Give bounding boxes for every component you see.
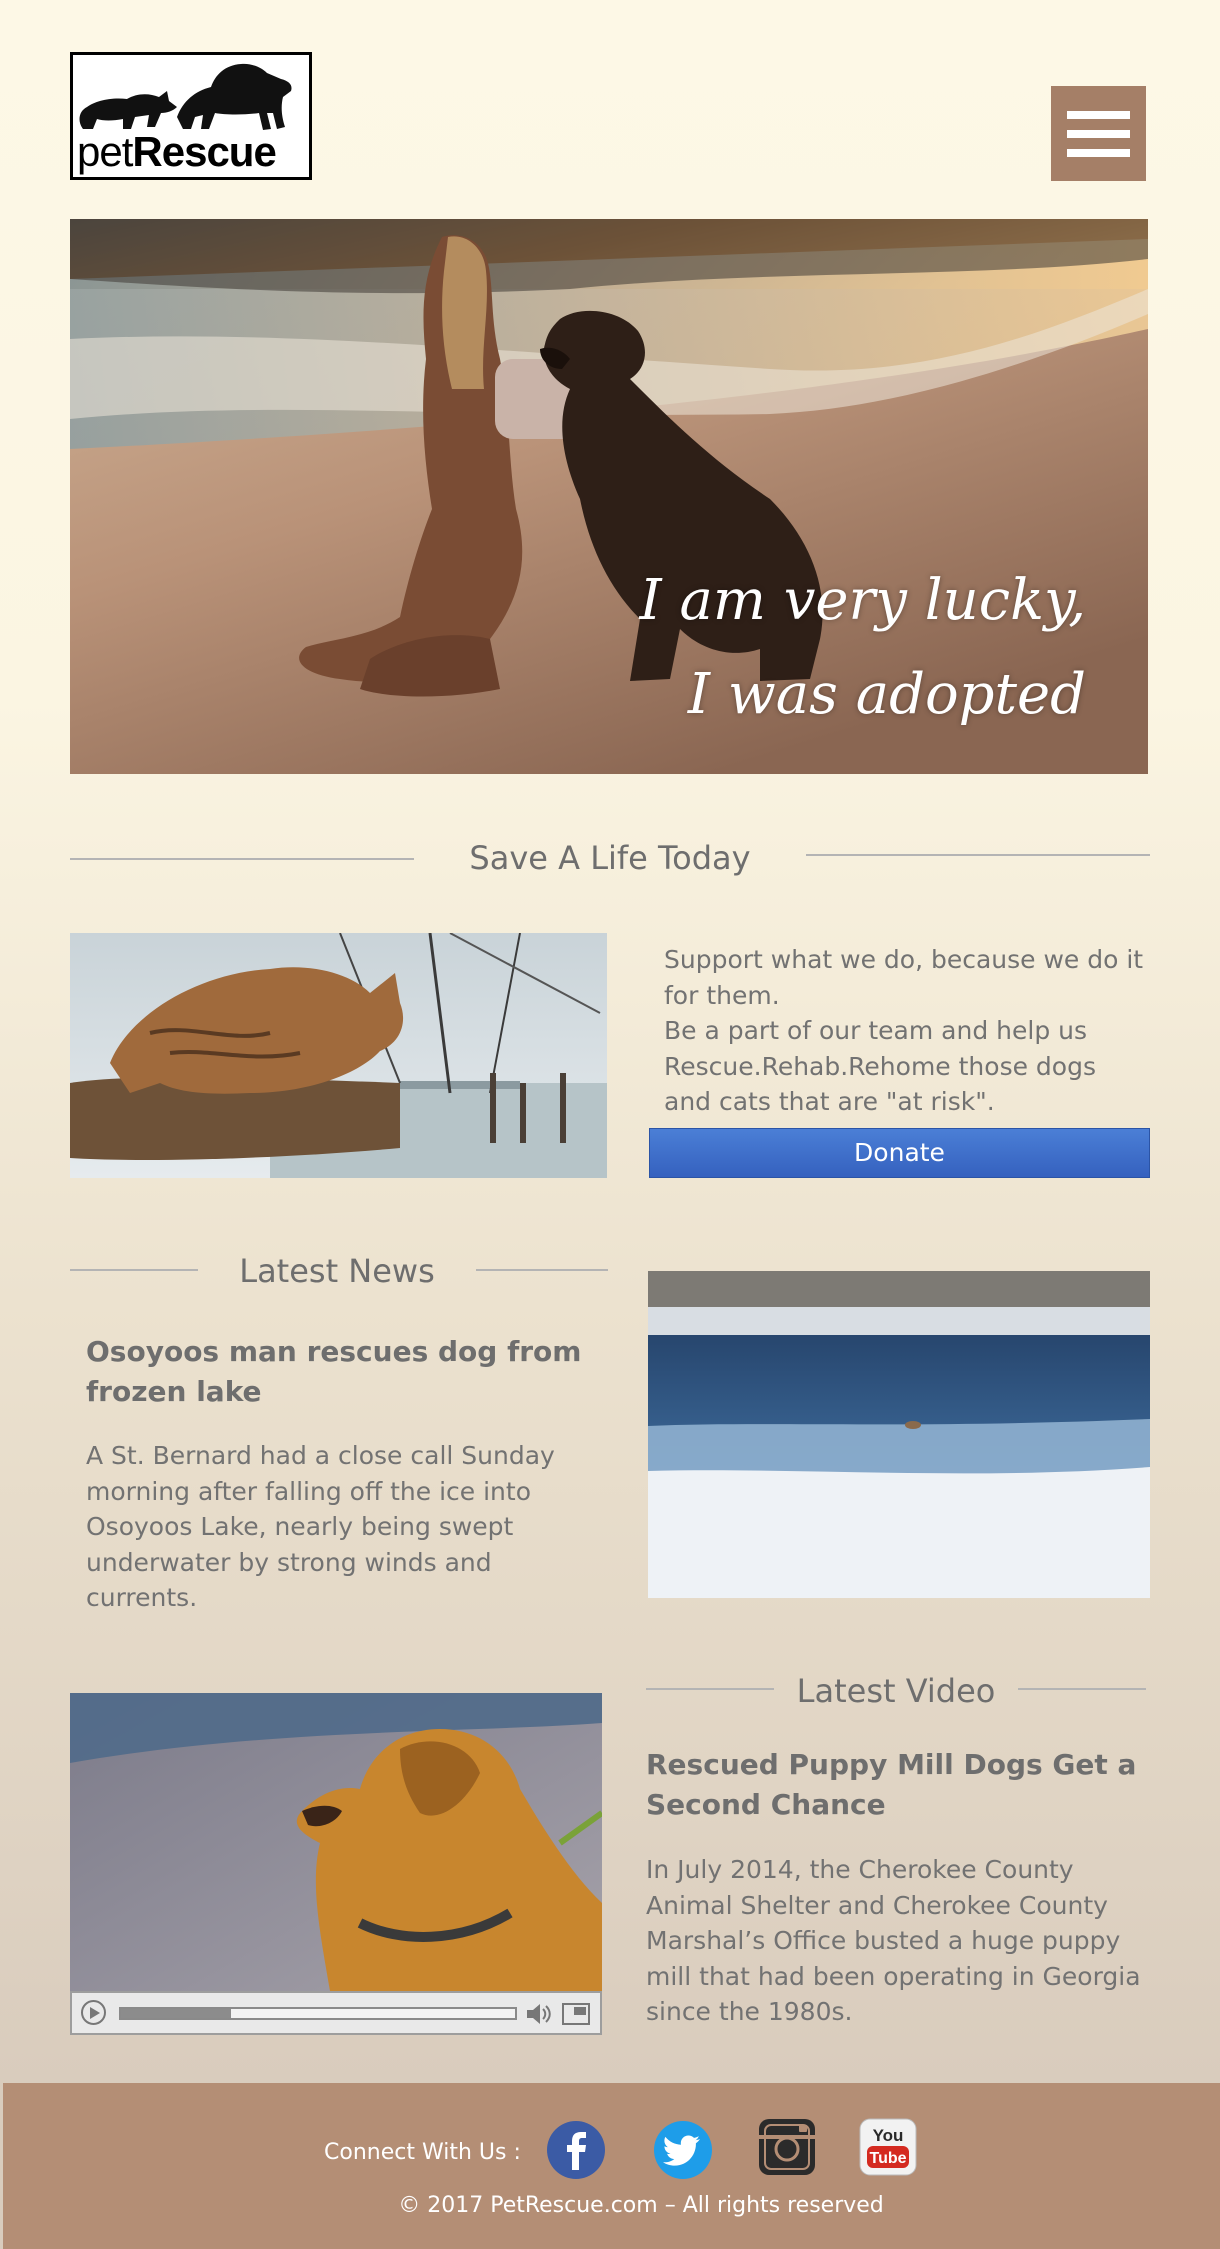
svg-text:Tube: Tube [869,2150,906,2167]
hamburger-icon-bar [1067,111,1130,119]
divider [1018,1688,1146,1690]
hero-caption: I am very lucky, I was adopted [640,554,1086,742]
volume-icon[interactable] [525,2001,553,2027]
copyright: © 2017 PetRescue.com – All rights reserv… [398,2193,884,2218]
youtube-icon[interactable]: You Tube [858,2117,918,2177]
donate-pitch-line1: Support what we do, because we do it for… [664,945,1144,1010]
divider [70,858,414,860]
video-title[interactable]: Rescued Puppy Mill Dogs Get a Second Cha… [646,1745,1146,1825]
frozen-lake-photo[interactable] [648,1271,1150,1598]
logo-text: petRescue [77,128,277,175]
hero-banner: I am very lucky, I was adopted [70,219,1148,774]
video-body: In July 2014, the Cherokee County Animal… [646,1855,1141,2026]
hero-caption-line2: I was adopted [687,662,1086,727]
donate-button[interactable]: Donate [649,1128,1150,1178]
news-title[interactable]: Osoyoos man rescues dog from frozen lake [86,1332,606,1412]
cat-dog-silhouette-icon [79,63,292,130]
donate-pitch: Support what we do, because we do it for… [664,942,1150,1120]
divider [476,1269,608,1271]
divider [646,1688,774,1690]
play-icon[interactable] [81,2000,106,2025]
hero-caption-line1: I am very lucky, [639,568,1086,633]
hamburger-icon-bar [1067,149,1130,157]
facebook-icon[interactable] [546,2120,606,2180]
video-player[interactable] [70,1693,602,1991]
video-seek-bar[interactable] [119,2007,517,2020]
donate-pitch-line2: Be a part of our team and help us Rescue… [664,1016,1096,1116]
cat-photo [70,933,607,1178]
menu-button[interactable] [1051,86,1146,181]
news-heading: Latest News [239,1252,435,1290]
divider [70,1269,198,1271]
video-heading: Latest Video [796,1672,996,1710]
divider [806,854,1150,856]
news-body: A St. Bernard had a close call Sunday mo… [86,1441,555,1612]
svg-text:You: You [873,2126,904,2145]
logo[interactable]: petRescue [70,52,312,180]
hamburger-icon-bar [1067,130,1130,138]
instagram-icon[interactable] [757,2117,817,2177]
twitter-icon[interactable] [653,2120,713,2180]
footer [3,2083,1220,2249]
connect-label: Connect With Us : [324,2140,521,2165]
save-section-heading: Save A Life Today [469,839,751,877]
video-progress [121,2009,232,2018]
fullscreen-icon[interactable] [562,2003,590,2025]
video-controls [70,1991,602,2035]
